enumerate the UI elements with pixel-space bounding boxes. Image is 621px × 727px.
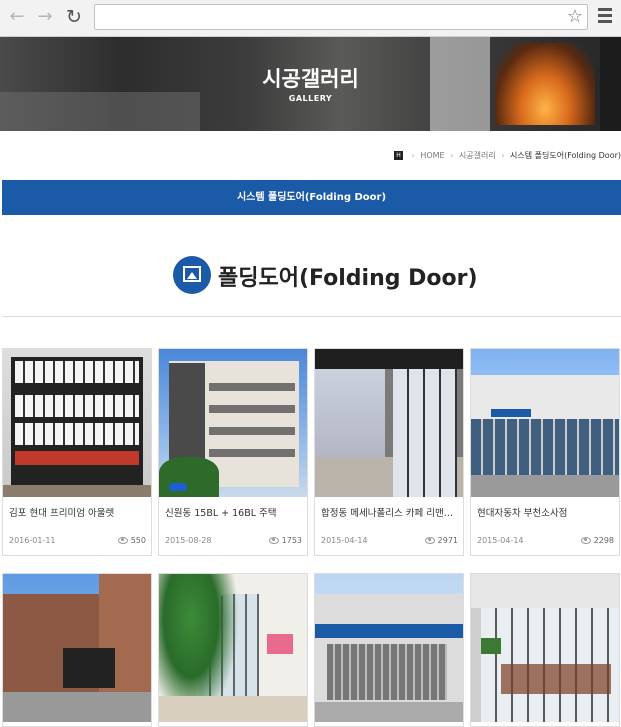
gallery-thumbnail[interactable] <box>3 574 151 722</box>
breadcrumb-gallery[interactable]: 시공갤러리 <box>459 151 496 160</box>
address-bar[interactable]: ☆ <box>94 4 588 30</box>
back-arrow-icon[interactable]: ← <box>6 6 28 28</box>
gallery-thumbnail[interactable] <box>471 574 619 722</box>
view-count: 2971 <box>437 536 458 545</box>
view-count: 550 <box>130 536 146 545</box>
gallery-item-title[interactable]: 합정동 메세나폴리스 카페 리맨… <box>321 505 459 519</box>
gallery-card[interactable] <box>470 573 620 727</box>
gallery-thumbnail[interactable] <box>471 349 619 497</box>
gallery-item-title[interactable]: 신원동 15BL + 16BL 주택 <box>165 505 303 519</box>
gallery-item-date: 2015-04-14 <box>321 536 368 545</box>
gallery-item-date: 2016-01-11 <box>9 536 56 545</box>
gallery-item-views: 1753 <box>268 536 302 545</box>
gallery-thumbnail[interactable] <box>3 349 151 497</box>
gallery-item-views: 550 <box>117 536 146 545</box>
gallery-card[interactable]: 김포 현대 프리미엄 아울렛 2016-01-11 550 <box>2 348 152 556</box>
eye-icon <box>117 537 128 544</box>
gallery-item-views: 2971 <box>424 536 458 545</box>
browser-toolbar: ← → ↻ ☆ <box>0 0 621 37</box>
gallery-thumbnail[interactable] <box>159 574 307 722</box>
home-icon[interactable]: H <box>394 151 404 160</box>
eye-icon <box>268 537 279 544</box>
gallery-thumbnail[interactable] <box>315 349 463 497</box>
section-divider <box>2 316 621 317</box>
banner-title: 시공갤러리 <box>262 67 359 91</box>
eye-icon <box>580 537 591 544</box>
page-banner: 시공갤러리 GALLERY <box>0 37 621 131</box>
breadcrumb-home[interactable]: HOME <box>420 151 444 160</box>
gallery-item-title[interactable]: 김포 현대 프리미엄 아울렛 <box>9 505 147 519</box>
gallery-item-date: 2015-08-28 <box>165 536 212 545</box>
banner-subtitle: GALLERY <box>288 94 333 103</box>
gallery-card[interactable]: 신원동 15BL + 16BL 주택 2015-08-28 1753 <box>158 348 308 556</box>
section-title: 폴딩도어(Folding Door) <box>218 266 478 291</box>
gallery-item-date: 2015-04-14 <box>477 536 524 545</box>
image-gallery-icon <box>173 256 211 294</box>
bookmark-star-icon[interactable]: ☆ <box>567 6 583 27</box>
gallery-card[interactable]: 현대자동차 부천소사점 2015-04-14 2298 <box>470 348 620 556</box>
gallery-card[interactable] <box>314 573 464 727</box>
gallery-thumbnail[interactable] <box>315 574 463 722</box>
browser-menu-icon[interactable] <box>598 8 612 26</box>
gallery-item-views: 2298 <box>580 536 614 545</box>
gallery-item-title[interactable]: 현대자동차 부천소사점 <box>477 505 615 519</box>
category-tab-bar: 시스템 폴딩도어(Folding Door) <box>2 180 621 215</box>
reload-icon[interactable]: ↻ <box>63 6 85 28</box>
gallery-thumbnail[interactable] <box>159 349 307 497</box>
tab-folding-door[interactable]: 시스템 폴딩도어(Folding Door) <box>2 180 621 215</box>
breadcrumb: H › HOME › 시공갤러리 › 시스템 폴딩도어(Folding Door… <box>394 150 621 161</box>
gallery-card[interactable] <box>2 573 152 727</box>
view-count: 1753 <box>281 536 302 545</box>
gallery-card[interactable]: 합정동 메세나폴리스 카페 리맨… 2015-04-14 2971 <box>314 348 464 556</box>
forward-arrow-icon[interactable]: → <box>34 6 56 28</box>
gallery-card[interactable] <box>158 573 308 727</box>
view-count: 2298 <box>593 536 614 545</box>
breadcrumb-current[interactable]: 시스템 폴딩도어(Folding Door) <box>510 151 621 160</box>
eye-icon <box>424 537 435 544</box>
